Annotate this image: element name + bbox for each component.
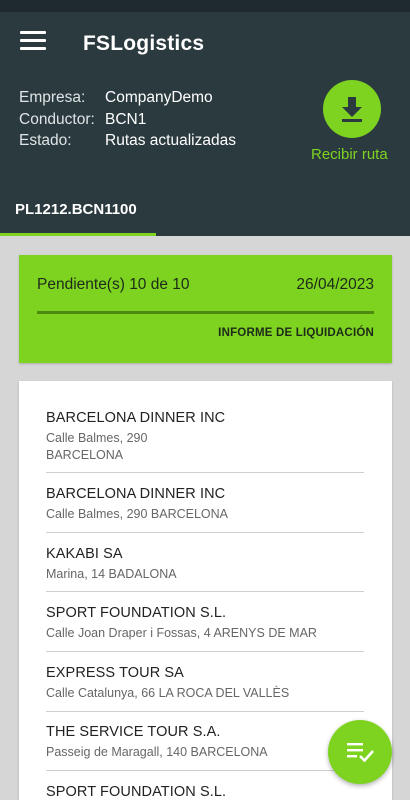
receive-route-button[interactable] [323, 80, 381, 138]
info-value: Rutas actualizadas [105, 132, 236, 149]
customer-name: KAKABI SA [46, 546, 123, 562]
customer-address: Calle Catalunya, 66 LA ROCA DEL VALLÈS [46, 686, 290, 700]
list-item[interactable]: BARCELONA DINNER INC Calle Balmes, 290 B… [46, 486, 364, 523]
progress-fill [37, 311, 374, 314]
customer-address: Marina, 14 BADALONA [46, 567, 177, 581]
checklist-fab-button[interactable] [328, 720, 392, 784]
list-item[interactable]: KAKABI SA Marina, 14 BADALONA [46, 546, 364, 583]
settlement-report-button[interactable]: INFORME DE LIQUIDACIÓN [218, 327, 374, 339]
list-item[interactable]: SPORT FOUNDATION S.L. Calle Joan Draper … [46, 605, 364, 642]
tab-route[interactable]: PL1212.BCN1100 [0, 198, 156, 236]
list-item[interactable]: THE SERVICE TOUR S.A. Passeig de Maragal… [46, 724, 364, 761]
customer-address: Calle Balmes, 290 BARCELONA [46, 507, 229, 521]
customer-name: SPORT FOUNDATION S.L. [46, 605, 227, 621]
divider [46, 591, 364, 592]
receive-route-label[interactable]: Recibir ruta [311, 146, 388, 163]
customer-name: SPORT FOUNDATION S.L. [46, 784, 227, 800]
customer-name: BARCELONA DINNER INC [46, 410, 226, 426]
route-summary-card: Pendiente(s) 10 de 10 26/04/2023 INFORME… [19, 255, 392, 363]
status-bar [0, 0, 410, 12]
customer-name: THE SERVICE TOUR S.A. [46, 724, 221, 740]
info-label: Conductor: [19, 110, 95, 128]
info-row-company: Empresa: CompanyDemo [19, 87, 236, 109]
customer-name: EXPRESS TOUR SA [46, 665, 184, 681]
checklist-icon [347, 743, 374, 763]
route-date: 26/04/2023 [296, 276, 374, 293]
pending-count: Pendiente(s) 10 de 10 [37, 276, 190, 293]
customer-address: Passeig de Maragall, 140 BARCELONA [46, 745, 268, 759]
menu-icon[interactable] [20, 31, 46, 53]
list-item[interactable]: BARCELONA DINNER INC Calle Balmes, 290 B… [46, 410, 364, 464]
customer-address: Calle Balmes, 290 BARCELONA [46, 431, 148, 462]
divider [46, 532, 364, 533]
info-value: BCN1 [105, 110, 147, 128]
divider [46, 472, 364, 473]
app-title: FSLogistics [83, 32, 205, 55]
info-row-status: Estado: Rutas actualizadas [19, 130, 236, 152]
list-item[interactable]: SPORT FOUNDATION S.L. [46, 784, 364, 800]
divider [46, 711, 364, 712]
info-row-driver: Conductor: BCN1 [19, 109, 236, 131]
download-icon [342, 97, 362, 122]
driver-info: Empresa: CompanyDemo Conductor: BCN1 Est… [19, 87, 236, 152]
progress-bar [37, 311, 374, 314]
app-header: FSLogistics Empresa: CompanyDemo Conduct… [0, 12, 410, 236]
divider [46, 770, 364, 771]
customer-name: BARCELONA DINNER INC [46, 486, 226, 502]
customer-address: Calle Joan Draper i Fossas, 4 ARENYS DE … [46, 626, 317, 640]
tab-label: PL1212.BCN1100 [15, 201, 137, 218]
info-label: Empresa: [19, 89, 86, 106]
info-value: CompanyDemo [105, 89, 213, 106]
list-item[interactable]: EXPRESS TOUR SA Calle Catalunya, 66 LA R… [46, 665, 364, 702]
info-label: Estado: [19, 132, 72, 149]
tab-indicator [0, 233, 156, 236]
divider [46, 651, 364, 652]
